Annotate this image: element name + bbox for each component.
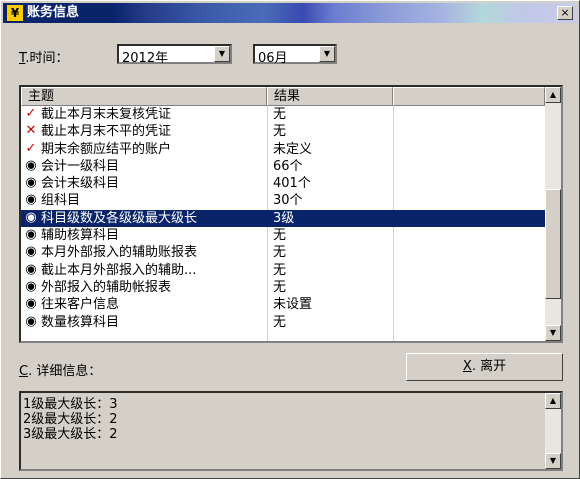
table-row[interactable]: ✓ 截止本月末未复核凭证 无: [21, 106, 545, 123]
year-value: 2012年: [122, 51, 169, 66]
table-row[interactable]: ◉ 截止本月外部报入的辅助... 无: [21, 262, 545, 279]
row-result: 无: [273, 124, 287, 140]
eye-icon: ◉: [25, 244, 37, 260]
row-result: 无: [273, 262, 287, 278]
eye-icon: ◉: [25, 261, 37, 277]
column-header-subject[interactable]: 主题: [21, 87, 267, 106]
column-header-result[interactable]: 结果: [267, 87, 393, 106]
row-subject: 组科目: [41, 193, 81, 209]
check-icon: ✓: [25, 106, 37, 121]
row-result: 无: [273, 279, 287, 295]
row-subject: 辅助核算科目: [41, 228, 120, 244]
table-row[interactable]: ◉ 辅助核算科目 无: [21, 227, 545, 244]
yen-icon: ¥: [7, 5, 23, 21]
table-row[interactable]: ◉ 组科目 30个: [21, 192, 545, 209]
row-result: 66个: [273, 158, 303, 174]
detail-label: C. 详细信息：: [19, 364, 102, 379]
scroll-up-button[interactable]: ▲: [545, 87, 561, 103]
detail-scrollbar[interactable]: ▲ ▼: [545, 393, 561, 469]
row-subject: 截止本月末不平的凭证: [41, 124, 172, 140]
year-select[interactable]: 2012年 ▼: [117, 44, 232, 66]
close-button[interactable]: ×: [557, 6, 573, 20]
window-title: 账务信息: [27, 5, 80, 20]
table-row[interactable]: ◉ 数量核算科目 无: [21, 314, 545, 331]
table-rows: ✓ 截止本月末未复核凭证无 ✕ 截止本月末不平的凭证无 ✓ 期末余额应结平的账户 未定义 ◉ 会…: [21, 106, 545, 331]
scroll-down-button[interactable]: ▼: [545, 453, 561, 469]
row-subject: 外部报入的辅助帐报表: [41, 279, 172, 295]
row-result: 未定义: [273, 141, 313, 157]
row-subject: 会计一级科目: [41, 158, 120, 174]
table-row[interactable]: ◉ 往来客户信息 未设置: [21, 296, 545, 313]
table-row[interactable]: ◉ 本月外部报入的辅助账报表 无: [21, 244, 545, 261]
table-row[interactable]: ◉ 会计末级科目 401个: [21, 175, 545, 192]
detail-textarea[interactable]: 1级最大级长：3 2级最大级长：2 3级最大级长：2 ▲ ▼: [19, 391, 563, 471]
row-subject: 截止本月外部报入的辅助...: [41, 262, 197, 278]
title-bar[interactable]: ¥ 账务信息 ×: [3, 3, 577, 23]
account-info-window: ¥ 账务信息 × T.时间： 2012年 ▼ 06月 ▼ 主题 结果 ✓ 截止本月…: [0, 0, 580, 479]
chevron-down-icon[interactable]: ▼: [214, 46, 230, 62]
check-icon: ✓: [25, 140, 37, 156]
column-header-empty: [393, 87, 545, 106]
row-subject: 数量核算科目: [41, 314, 120, 330]
row-result: 3级: [273, 210, 295, 226]
scroll-down-button[interactable]: ▼: [545, 325, 561, 341]
row-subject: 往来客户信息: [41, 297, 120, 313]
month-value: 06月: [258, 51, 288, 66]
eye-icon: ◉: [25, 157, 37, 173]
row-subject: 会计末级科目: [41, 176, 120, 192]
table-row[interactable]: ✓ 期末余额应结平的账户 未定义: [21, 141, 545, 158]
table-header: 主题 结果: [21, 87, 545, 106]
table-row[interactable]: ◉ 科目级数及各级级最大级长 3级: [21, 209, 545, 228]
row-subject: 期末余额应结平的账户: [41, 141, 172, 157]
chevron-down-icon[interactable]: ▼: [319, 46, 335, 62]
row-subject: 本月外部报入的辅助账报表: [41, 245, 198, 261]
table-row[interactable]: ◉ 外部报入的辅助帐报表 无: [21, 279, 545, 296]
row-subject: 科目级数及各级级最大级长: [41, 210, 198, 226]
table-row[interactable]: ✕ 截止本月末不平的凭证 无: [21, 123, 545, 140]
row-result: 未设置: [273, 297, 313, 313]
cross-icon: ✕: [25, 123, 37, 139]
row-result: 无: [273, 107, 287, 122]
detail-text: 1级最大级长：3 2级最大级长：2 3级最大级长：2: [23, 397, 118, 442]
eye-icon: ◉: [25, 278, 37, 294]
scroll-thumb[interactable]: [545, 189, 561, 299]
row-result: 30个: [273, 193, 303, 209]
time-label: T.时间：: [19, 51, 69, 66]
eye-icon: ◉: [25, 209, 37, 225]
row-result: 无: [273, 245, 287, 261]
row-subject: 截止本月末未复核凭证: [41, 107, 172, 122]
scroll-up-button[interactable]: ▲: [545, 393, 561, 409]
row-result: 无: [273, 228, 287, 244]
eye-icon: ◉: [25, 296, 37, 312]
row-result: 401个: [273, 176, 311, 192]
info-table[interactable]: 主题 结果 ✓ 截止本月末未复核凭证无 ✕ 截止本月末不平的凭证无 ✓ 期末余额应结平的账…: [19, 85, 563, 343]
eye-icon: ◉: [25, 175, 37, 191]
eye-icon: ◉: [25, 313, 37, 329]
month-select[interactable]: 06月 ▼: [253, 44, 337, 66]
eye-icon: ◉: [25, 227, 37, 243]
row-result: 无: [273, 314, 287, 330]
exit-button[interactable]: X. 离开: [406, 353, 563, 381]
eye-icon: ◉: [25, 192, 37, 208]
table-row[interactable]: ◉ 会计一级科目 66个: [21, 158, 545, 175]
table-scrollbar[interactable]: ▲ ▼: [545, 87, 561, 341]
